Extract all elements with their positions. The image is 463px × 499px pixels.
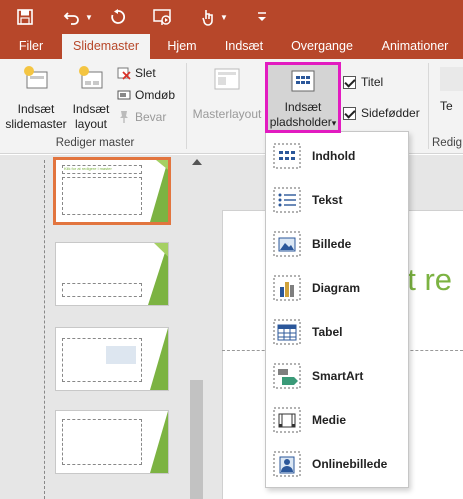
undo-icon[interactable]: [60, 5, 84, 29]
scroll-up-icon[interactable]: [192, 159, 202, 165]
insert-layout-button[interactable]: Indsæt layout: [68, 64, 114, 132]
menu-item-label: Tekst: [312, 193, 343, 207]
green-accent-shape: [150, 328, 168, 390]
delete-button[interactable]: Slet: [117, 64, 156, 82]
menu-item-label: Diagram: [312, 281, 361, 295]
delete-icon: [117, 67, 131, 80]
slide-thumbnail-layout-1[interactable]: [55, 242, 169, 306]
start-from-beginning-icon[interactable]: [150, 5, 174, 29]
slide-thumbnail-layout-3[interactable]: [55, 410, 169, 474]
content-placeholder-icon: [273, 143, 301, 169]
thumbnail-content-image: [106, 346, 136, 364]
menu-item-table[interactable]: Tabel: [266, 310, 408, 354]
menu-item-label: SmartArt: [312, 369, 364, 383]
customize-qat-icon[interactable]: [256, 5, 268, 29]
undo-dropdown-icon[interactable]: ▼: [84, 5, 94, 29]
menu-item-content[interactable]: Indhold: [266, 134, 408, 178]
pin-icon: [120, 111, 128, 123]
master-layout-icon: [214, 68, 240, 90]
tab-overgange[interactable]: Overgange: [282, 34, 362, 59]
touch-dropdown-icon[interactable]: ▼: [219, 5, 229, 29]
insert-layout-label-2: layout: [74, 117, 108, 131]
themes-icon: [440, 67, 463, 91]
menu-item-label: Indhold: [312, 149, 356, 163]
chart-placeholder-icon: [273, 275, 301, 301]
highlight-frame: [265, 62, 341, 133]
thumbnail-title-text: Klik for at redigere i master: [64, 166, 112, 171]
tab-animationer[interactable]: Animationer: [370, 34, 460, 59]
title-checkbox[interactable]: Titel: [343, 73, 383, 91]
ribbon-separator: [186, 63, 187, 149]
menu-item-smartart[interactable]: SmartArt: [266, 354, 408, 398]
insert-placeholder-menu: Indhold Tekst Billede Diagram Tabel Smar…: [265, 131, 409, 488]
slide-thumbnail-master[interactable]: Klik for at redigere i master: [53, 157, 171, 225]
rename-button[interactable]: Omdøb: [117, 86, 175, 104]
menu-item-chart[interactable]: Diagram: [266, 266, 408, 310]
menu-item-picture[interactable]: Billede: [266, 222, 408, 266]
title-checkbox-label: Titel: [361, 75, 384, 89]
save-icon[interactable]: [14, 5, 36, 29]
ribbon-separator: [428, 63, 429, 149]
tab-hjem[interactable]: Hjem: [158, 34, 206, 59]
text-placeholder-icon: [273, 187, 301, 213]
preserve-button[interactable]: Bevar: [117, 108, 166, 126]
menu-item-label: Medie: [312, 413, 347, 427]
group-label-edit-theme: Redig: [432, 137, 463, 149]
delete-label: Slet: [135, 66, 156, 80]
online-picture-placeholder-icon: [273, 451, 301, 477]
checkbox-checked-icon: [343, 75, 356, 89]
redo-icon[interactable]: [107, 5, 129, 29]
themes-button[interactable]: Te: [440, 67, 463, 114]
insert-slidemaster-button[interactable]: Indsæt slidemaster: [2, 64, 70, 132]
slide-thumbnail-layout-2[interactable]: [55, 327, 169, 391]
thumbnail-body-placeholder: [62, 283, 142, 297]
themes-label: Te: [440, 99, 453, 113]
menu-item-label: Tabel: [312, 325, 343, 339]
menu-item-online-picture[interactable]: Onlinebillede: [266, 442, 408, 486]
quick-access-toolbar: ▼ ▼: [0, 0, 463, 34]
ribbon-tabs: Filer Slidemaster Hjem Indsæt Overgange …: [0, 34, 463, 59]
smartart-placeholder-icon: [273, 363, 301, 389]
insert-slidemaster-label-1: Indsæt: [17, 102, 55, 116]
master-layout-button[interactable]: Masterlayout: [190, 67, 264, 122]
green-accent-shape: [148, 243, 168, 305]
preserve-label: Bevar: [135, 110, 167, 124]
insert-layout-label-1: Indsæt: [72, 102, 110, 116]
menu-item-label: Billede: [312, 237, 352, 251]
tab-filer[interactable]: Filer: [7, 34, 55, 59]
insert-slidemaster-label-2: slidemaster: [5, 117, 67, 131]
green-accent-shape: [150, 411, 168, 473]
media-placeholder-icon: [273, 407, 301, 433]
group-label-edit-master: Rediger master: [55, 137, 135, 149]
green-accent-shape: [150, 160, 168, 222]
tab-indsaet[interactable]: Indsæt: [215, 34, 273, 59]
insert-layout-icon: [79, 66, 103, 89]
menu-item-text[interactable]: Tekst: [266, 178, 408, 222]
menu-item-label: Onlinebillede: [312, 457, 388, 471]
picture-placeholder-icon: [273, 231, 301, 257]
table-placeholder-icon: [273, 319, 301, 345]
menu-item-media[interactable]: Medie: [266, 398, 408, 442]
tab-slidemaster[interactable]: Slidemaster: [62, 34, 150, 59]
thumbnail-body-placeholder: [62, 419, 142, 465]
rename-label: Omdøb: [135, 88, 176, 102]
thumbnail-body-placeholder: [62, 177, 142, 215]
insert-slidemaster-icon: [24, 66, 48, 89]
footer-checkbox-label: Sidefødder: [361, 106, 420, 120]
footer-checkbox[interactable]: Sidefødder: [343, 104, 420, 122]
touch-mode-icon[interactable]: [198, 5, 218, 29]
layout-connector-line: [44, 160, 45, 499]
master-layout-label: Masterlayout: [192, 107, 262, 121]
rename-icon: [117, 90, 131, 100]
checkbox-checked-icon: [343, 106, 356, 120]
scrollbar-thumb[interactable]: [190, 380, 203, 499]
